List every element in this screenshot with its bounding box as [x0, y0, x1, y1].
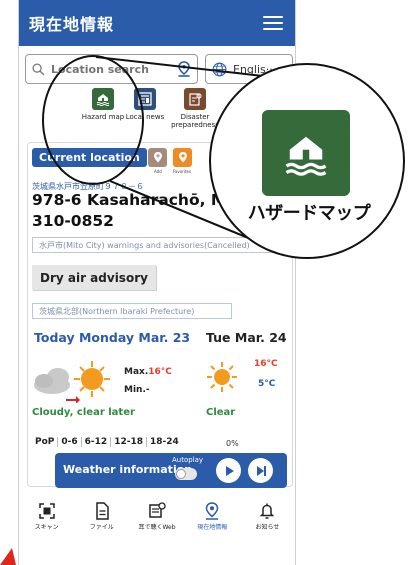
- tab-scan[interactable]: スキャン: [19, 498, 74, 540]
- favorites-label: Favorites: [173, 169, 192, 174]
- tab-location-label: 現在地情報: [197, 524, 228, 531]
- listen-web-icon: [129, 502, 184, 520]
- app-header: 現在地情報: [19, 0, 295, 46]
- location-icon: [185, 502, 240, 520]
- max-label: Max.: [124, 367, 149, 377]
- today-max-temp: 16°C: [148, 367, 172, 377]
- add-location-label: Add: [154, 169, 162, 174]
- tomorrow-title: Tue Mar. 24: [206, 330, 287, 345]
- advisory-badge[interactable]: Dry air advisory: [32, 265, 156, 290]
- tomorrow-min-temp: 5°C: [258, 379, 276, 389]
- favorites-location-icon[interactable]: [173, 148, 192, 167]
- autoplay-label: Autoplay: [172, 456, 204, 464]
- pop-label: PoP: [32, 437, 59, 447]
- highlight-ring: [42, 55, 144, 185]
- weather-audio-player: Weather information Autoplay: [55, 453, 287, 488]
- sunny-icon: [207, 362, 237, 392]
- page-title: 現在地情報: [29, 15, 115, 34]
- pop-period: 0-6: [58, 437, 82, 447]
- hazard-map-icon-large: [262, 110, 350, 196]
- add-location-icon[interactable]: [148, 148, 167, 167]
- tab-location[interactable]: 現在地情報: [185, 498, 240, 540]
- magnified-callout: ハザードマップ: [209, 63, 405, 259]
- hamburger-menu-icon[interactable]: [263, 16, 283, 30]
- today-min-temp: -: [145, 385, 150, 395]
- pop-period: 6-12: [82, 437, 112, 447]
- corner-marker: [0, 548, 16, 565]
- search-icon: [32, 62, 45, 75]
- play-icon: [225, 465, 234, 476]
- toggle-knob: [176, 469, 186, 479]
- today-condition: Cloudy, clear later: [32, 407, 135, 418]
- cloudy-sun-icon: [34, 361, 110, 403]
- bottom-tab-bar: スキャン ファイル 耳で聴くWeb 現在地情報 お知らせ: [19, 498, 295, 540]
- callout-label: ハザードマップ: [247, 203, 371, 224]
- tab-listen-web[interactable]: 耳で聴くWeb: [129, 498, 184, 540]
- today-title: Today Monday Mar. 23: [34, 330, 191, 345]
- disaster-prep-icon: [184, 88, 206, 110]
- tab-notice-label: お知らせ: [255, 524, 280, 531]
- bell-icon: [240, 502, 295, 520]
- scan-icon: [19, 502, 74, 520]
- tab-scan-label: スキャン: [34, 524, 59, 531]
- skip-next-button[interactable]: [248, 458, 273, 483]
- tab-notice[interactable]: お知らせ: [240, 498, 295, 540]
- play-button[interactable]: [216, 458, 241, 483]
- globe-icon: [212, 62, 227, 76]
- tomorrow-max-temp: 16°C: [254, 359, 278, 369]
- tomorrow-condition: Clear: [206, 407, 236, 418]
- location-pin-icon[interactable]: [177, 61, 191, 77]
- autoplay-toggle[interactable]: [175, 468, 197, 480]
- pop-period: 12-18: [111, 437, 147, 447]
- tab-file-label: ファイル: [89, 524, 114, 531]
- pop-period: 18-24: [149, 437, 179, 447]
- min-label: Min.: [124, 385, 146, 395]
- today-min: Min.-: [124, 385, 150, 395]
- today-max: Max.16°C: [124, 367, 172, 377]
- pop-row: PoP 0-6 6-12 12-18 18-24: [32, 429, 182, 447]
- tab-listen-web-label: 耳で聴くWeb: [138, 524, 176, 531]
- skip-next-icon: [256, 465, 266, 476]
- weather-information-label: Weather information: [63, 463, 193, 476]
- file-icon: [74, 502, 129, 520]
- tomorrow-pop: 0%: [226, 439, 239, 448]
- tab-file[interactable]: ファイル: [74, 498, 129, 540]
- region-warning-link[interactable]: 茨城県北部(Northern Ibaraki Prefecture): [32, 303, 232, 319]
